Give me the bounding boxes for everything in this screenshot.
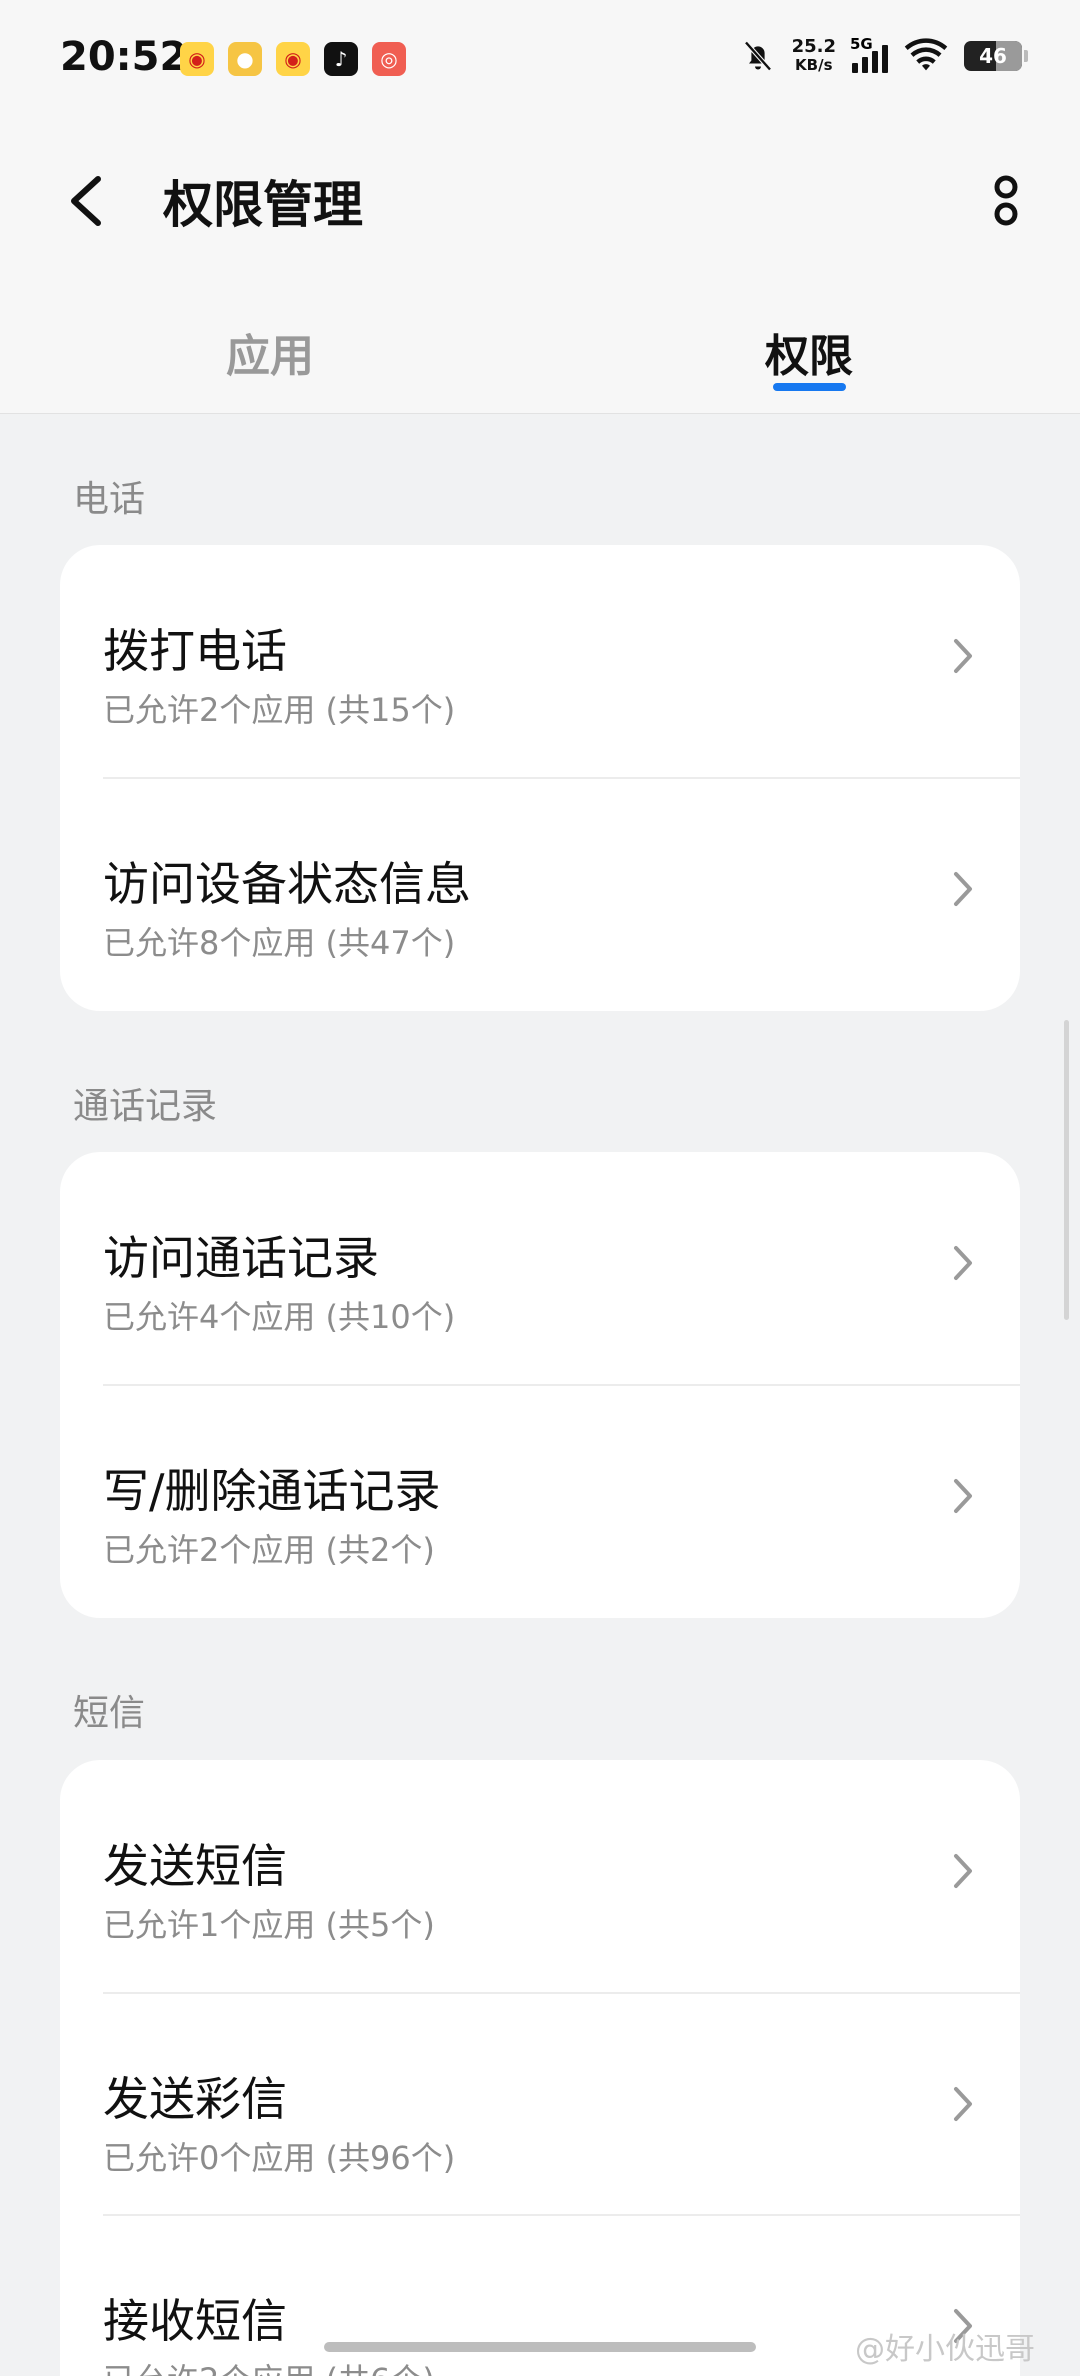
app-notification-icon: ◎ [372,42,406,76]
page-title: 权限管理 [163,176,363,234]
permission-row-write-call-log[interactable]: 写/删除通话记录 已允许2个应用 (共2个) [60,1385,1020,1607]
chevron-right-icon [954,639,972,673]
weibo-icon: ◉ [276,42,310,76]
cellular-signal-icon: 5G [850,35,888,73]
status-right: 25.2 KB/s 5G 46 [740,35,1028,75]
app-header: 权限管理 [0,120,1080,280]
chevron-right-icon [954,1854,972,1888]
status-time: 20:52 [60,34,188,80]
scrollbar[interactable] [1064,1020,1069,1320]
permission-title: 写/删除通话记录 [103,1464,441,1518]
notification-icons: ◉ ● ◉ ♪ ◎ [180,42,406,76]
permission-title: 拨打电话 [103,624,287,678]
permission-summary: 已允许4个应用 (共10个) [103,1298,456,1336]
section-label-sms: 短信 [73,1693,146,1734]
back-button[interactable] [60,165,120,235]
tab-indicator [773,383,846,391]
section-card-phone: 拨打电话 已允许2个应用 (共15个) 访问设备状态信息 已允许8个应用 (共4… [60,545,1020,1011]
permission-row-make-calls[interactable]: 拨打电话 已允许2个应用 (共15个) [60,545,1020,767]
weibo-icon: ◉ [180,42,214,76]
battery-icon: 46 [964,41,1028,71]
permission-summary: 已允许1个应用 (共5个) [103,1906,435,1944]
more-options-button[interactable] [984,165,1028,235]
permission-title: 接收短信 [103,2294,287,2348]
watermark: @好小伙迅哥 [855,2332,1035,2367]
permission-summary: 已允许2个应用 (共6个) [103,2355,435,2376]
permission-summary: 已允许2个应用 (共15个) [103,691,456,729]
chevron-right-icon [954,1246,972,1280]
network-speed: 25.2 KB/s [791,36,836,75]
tab-bar: 应用 权限 [0,280,1080,414]
tab-apps[interactable]: 应用 [226,320,314,384]
section-label-phone: 电话 [73,479,146,520]
permission-title: 发送彩信 [103,2072,287,2126]
section-label-call-log: 通话记录 [73,1086,218,1127]
permission-row-send-mms[interactable]: 发送彩信 已允许0个应用 (共96个) [60,1993,1020,2215]
back-arrow-icon [71,176,101,226]
chevron-right-icon [954,2087,972,2121]
permission-title: 发送短信 [103,1839,287,1893]
lightbulb-icon: ● [228,42,262,76]
permission-row-read-call-log[interactable]: 访问通话记录 已允许4个应用 (共10个) [60,1152,1020,1374]
permission-summary: 已允许0个应用 (共96个) [103,2139,456,2177]
permission-row-device-state[interactable]: 访问设备状态信息 已允许8个应用 (共47个) [60,778,1020,1000]
chevron-right-icon [954,1479,972,1513]
permission-summary: 已允许8个应用 (共47个) [103,924,456,962]
chevron-right-icon [954,872,972,906]
tiktok-icon: ♪ [324,42,358,76]
permission-row-send-sms[interactable]: 发送短信 已允许1个应用 (共5个) [60,1760,1020,1982]
permission-title: 访问通话记录 [103,1231,379,1285]
section-card-sms: 发送短信 已允许1个应用 (共5个) 发送彩信 已允许0个应用 (共96个) 接… [60,1760,1020,2376]
bell-muted-icon [743,41,772,71]
permission-summary: 已允许2个应用 (共2个) [103,1531,435,1569]
section-card-call-log: 访问通话记录 已允许4个应用 (共10个) 写/删除通话记录 已允许2个应用 (… [60,1152,1020,1618]
wifi-icon [904,38,948,71]
home-indicator[interactable] [324,2342,756,2352]
permission-title: 访问设备状态信息 [103,857,471,911]
more-options-icon [994,175,1018,226]
tab-permissions[interactable]: 权限 [765,320,853,384]
status-bar: 20:52 ◉ ● ◉ ♪ ◎ 25.2 KB/s 5G 46 [0,0,1080,120]
